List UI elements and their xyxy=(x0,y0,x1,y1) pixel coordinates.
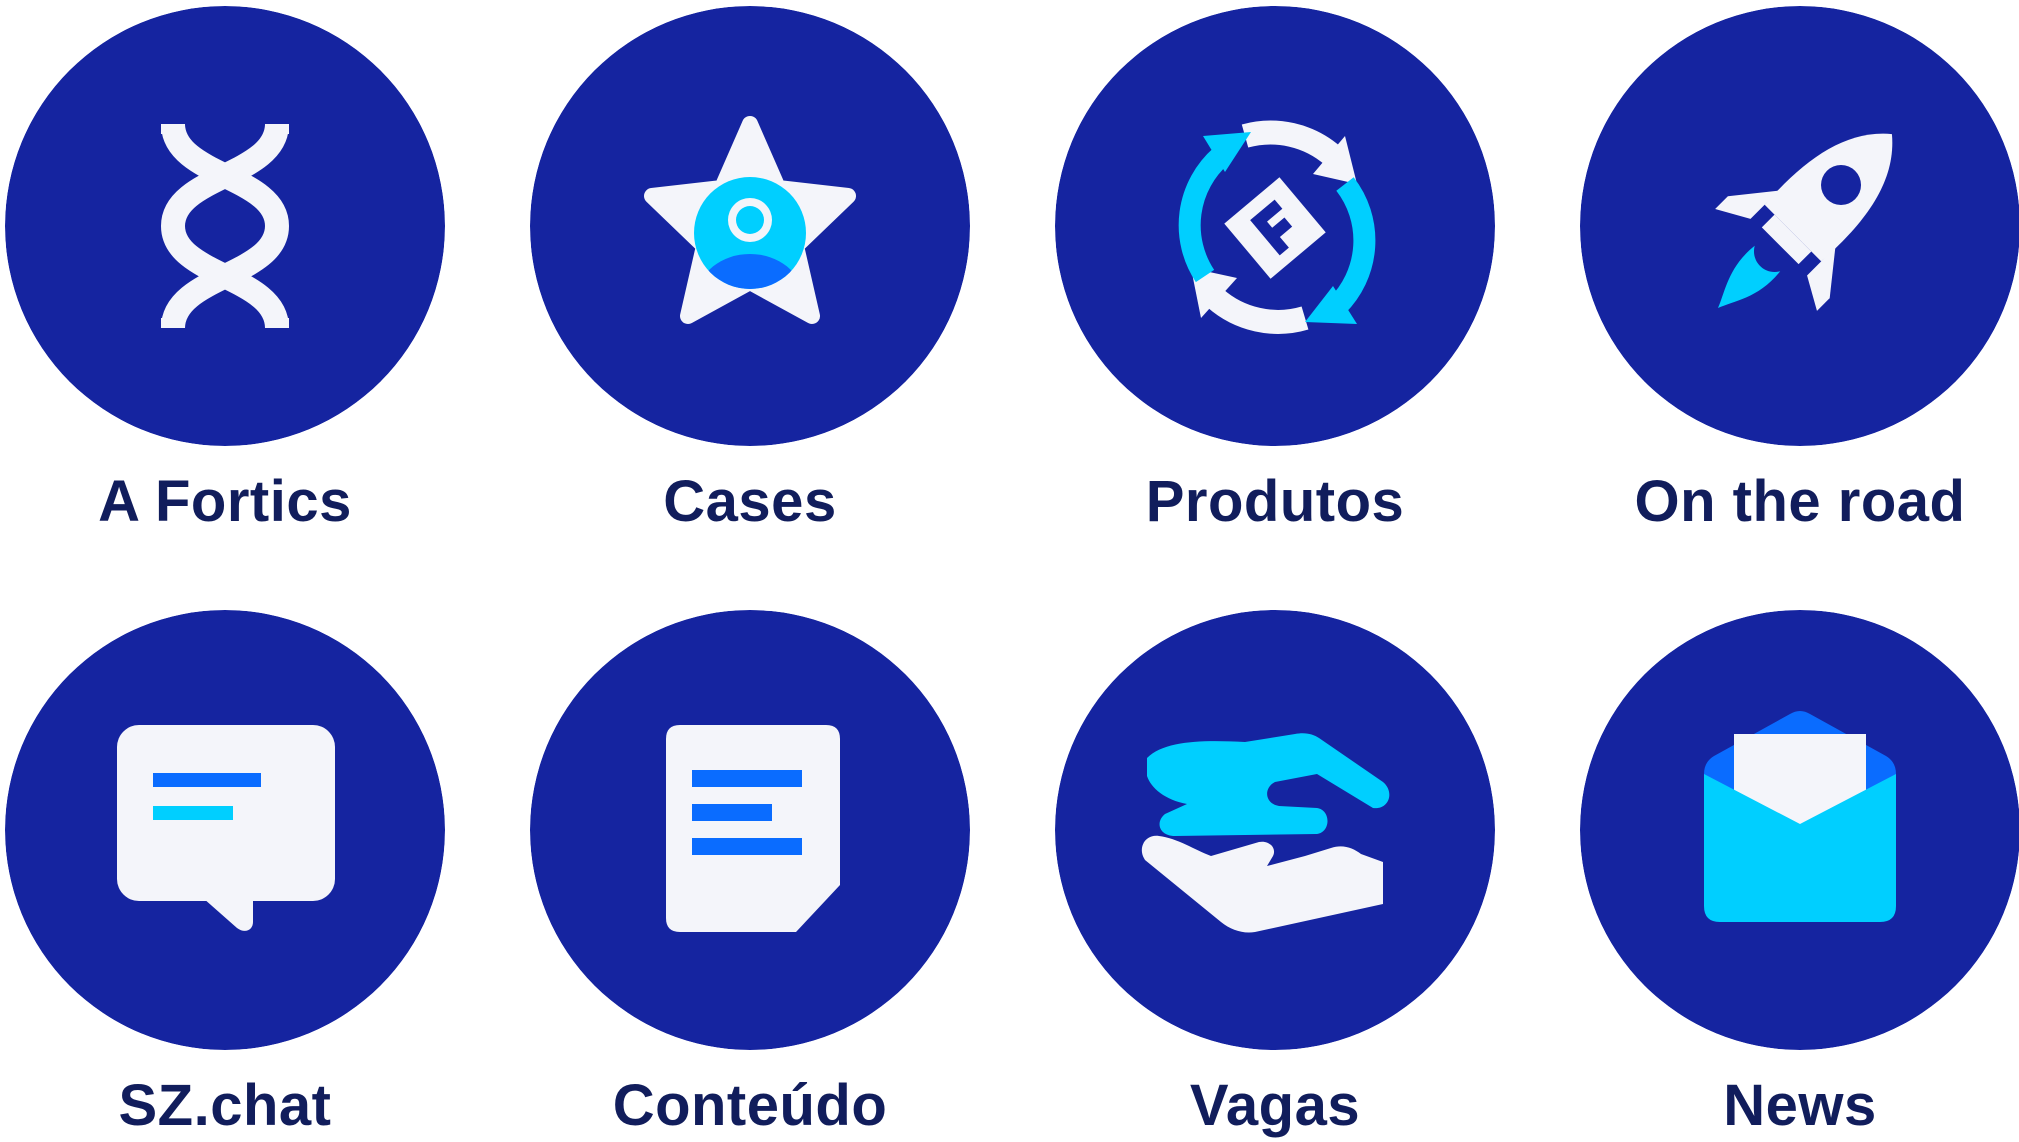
menu-item-circle[interactable] xyxy=(1055,610,1495,1050)
menu-item-label: Produtos xyxy=(1145,469,1405,534)
menu-item-circle[interactable] xyxy=(5,610,445,1050)
menu-item-circle[interactable] xyxy=(1580,610,2019,1050)
rocket-icon xyxy=(1580,6,2019,446)
menu-item-circle[interactable] xyxy=(530,610,970,1050)
handshake-icon xyxy=(1055,610,1495,1050)
menu-item-label: A Fortics xyxy=(98,469,352,534)
menu-item-label: News xyxy=(1723,1073,1877,1138)
envelope-icon xyxy=(1580,610,2019,1050)
menu-item-circle[interactable] xyxy=(1055,6,1495,446)
menu-item-label: Conteúdo xyxy=(612,1073,888,1138)
menu-item-label: Vagas xyxy=(1189,1073,1361,1138)
menu-item-label: SZ.chat xyxy=(118,1073,332,1138)
dna-icon xyxy=(5,6,445,446)
menu-grid: A Fortics Cases Produtos On the road SZ.… xyxy=(0,0,2019,1142)
menu-item-label: On the road xyxy=(1634,469,1966,534)
menu-item-label: Cases xyxy=(663,469,837,534)
chat-bubble-icon xyxy=(5,610,445,1050)
menu-item-circle[interactable] xyxy=(1580,6,2019,446)
product-cycle-icon xyxy=(1055,6,1495,446)
menu-item-circle[interactable] xyxy=(530,6,970,446)
document-icon xyxy=(530,610,970,1050)
menu-item-circle[interactable] xyxy=(5,6,445,446)
star-user-icon xyxy=(530,6,970,446)
